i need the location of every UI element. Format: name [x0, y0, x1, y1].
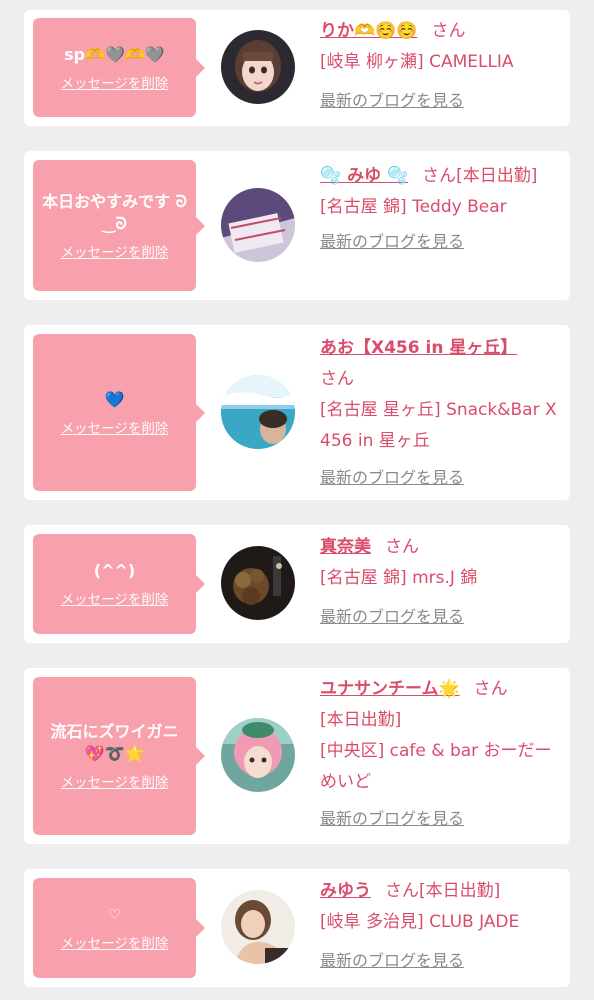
- message-bubble: 本日おやすみです ᘐ‿ᘐ メッセージを削除: [33, 160, 205, 291]
- latest-blog-link[interactable]: 最新のブログを見る: [320, 805, 562, 833]
- message-bubble: ♡ メッセージを削除: [33, 878, 205, 978]
- avatar[interactable]: [221, 546, 295, 620]
- shop-line: [名古屋 星ヶ丘] Snack&Bar X 456 in 星ヶ丘: [320, 400, 557, 451]
- shop-line: [名古屋 錦] Teddy Bear: [320, 197, 507, 217]
- shop-line: [岐阜 多治見] CLUB JADE: [320, 912, 520, 932]
- shop-line: [中央区] cafe & bar おーだーめいど: [320, 741, 552, 792]
- honorific: さん: [385, 537, 419, 557]
- cast-name-link[interactable]: みゆう: [320, 881, 371, 901]
- cast-info: りか🫶☺️☺️ さん [岐阜 柳ヶ瀬] CAMELLIA 最新のブログを見る: [320, 16, 562, 115]
- cast-info: 真奈美 さん [名古屋 錦] mrs.J 錦 最新のブログを見る: [320, 532, 562, 631]
- honorific: さん: [385, 881, 419, 901]
- cast-info: 🫧 みゆ 🫧 さん[本日出勤] [名古屋 錦] Teddy Bear 最新のブログ…: [320, 161, 562, 256]
- message-card: (^^) メッセージを削除 真奈美 さん [名古屋 錦] mrs.J 錦 最新のブ…: [24, 525, 570, 643]
- message-text: 本日おやすみです ᘐ‿ᘐ: [42, 191, 187, 233]
- honorific: さん: [422, 166, 457, 186]
- delete-message-link[interactable]: メッセージを削除: [61, 771, 169, 791]
- avatar[interactable]: [221, 188, 295, 262]
- message-bubble: 💙 メッセージを削除: [33, 334, 205, 491]
- avatar[interactable]: [221, 718, 295, 792]
- message-card: ♡ メッセージを削除 みゆう さん[本日出勤] [岐阜 多治見] CLUB JAD…: [24, 869, 570, 987]
- honorific: さん: [473, 679, 508, 699]
- avatar[interactable]: [221, 30, 295, 104]
- avatar[interactable]: [221, 375, 295, 449]
- delete-message-link[interactable]: メッセージを削除: [61, 588, 169, 608]
- cast-name-link[interactable]: あお【X456 in 星ヶ丘】: [320, 338, 517, 358]
- message-card: 流石にズワイガニ💖➰🌟 メッセージを削除 ユナサンチーム🌟 さん [本日出勤] […: [24, 668, 570, 844]
- latest-blog-link[interactable]: 最新のブログを見る: [320, 947, 562, 975]
- latest-blog-link[interactable]: 最新のブログを見る: [320, 464, 562, 492]
- latest-blog-link[interactable]: 最新のブログを見る: [320, 603, 562, 631]
- cast-info: みゆう さん[本日出勤] [岐阜 多治見] CLUB JADE 最新のブログを見る: [320, 876, 562, 975]
- message-text: sp🫶🩶🫶🩶: [64, 44, 165, 64]
- shop-line: [岐阜 柳ヶ瀬] CAMELLIA: [320, 52, 514, 72]
- message-card: 💙 メッセージを削除 あお【X456 in 星ヶ丘】 さん [名古屋 星ヶ丘] …: [24, 325, 570, 500]
- status-badge: [本日出勤]: [419, 881, 501, 901]
- delete-message-link[interactable]: メッセージを削除: [61, 72, 169, 92]
- message-card: sp🫶🩶🫶🩶 メッセージを削除 りか🫶☺️☺️ さん [岐阜 柳ヶ瀬] CAMEL…: [24, 10, 570, 126]
- latest-blog-link[interactable]: 最新のブログを見る: [320, 228, 562, 256]
- delete-message-link[interactable]: メッセージを削除: [61, 241, 169, 261]
- cast-name-link[interactable]: 🫧 みゆ 🫧: [320, 166, 408, 186]
- honorific: さん: [431, 21, 466, 41]
- message-card: 本日おやすみです ᘐ‿ᘐ メッセージを削除 🫧 みゆ 🫧 さん[本日出勤] [名古…: [24, 151, 570, 300]
- latest-blog-link[interactable]: 最新のブログを見る: [320, 87, 562, 115]
- delete-message-link[interactable]: メッセージを削除: [61, 932, 169, 952]
- cast-name-link[interactable]: ユナサンチーム🌟: [320, 679, 460, 699]
- avatar[interactable]: [221, 890, 295, 964]
- message-bubble: (^^) メッセージを削除: [33, 534, 205, 634]
- cast-name-link[interactable]: 真奈美: [320, 537, 371, 557]
- shop-line: [名古屋 錦] mrs.J 錦: [320, 568, 478, 588]
- message-text: (^^): [93, 561, 136, 580]
- delete-message-link[interactable]: メッセージを削除: [61, 417, 169, 437]
- honorific: さん: [320, 369, 354, 389]
- message-bubble: sp🫶🩶🫶🩶 メッセージを削除: [33, 18, 205, 117]
- message-text: ♡: [108, 907, 121, 923]
- status-badge: [本日出勤]: [456, 166, 538, 186]
- cast-name-link[interactable]: りか🫶☺️☺️: [320, 21, 418, 41]
- message-text: 流石にズワイガニ💖➰🌟: [50, 722, 179, 763]
- cast-info: ユナサンチーム🌟 さん [本日出勤] [中央区] cafe & bar おーだーめ…: [320, 674, 562, 833]
- message-text: 💙: [104, 389, 125, 409]
- cast-info: あお【X456 in 星ヶ丘】 さん [名古屋 星ヶ丘] Snack&Bar X…: [320, 333, 562, 492]
- status-line: [本日出勤]: [320, 710, 402, 730]
- message-bubble: 流石にズワイガニ💖➰🌟 メッセージを削除: [33, 677, 205, 835]
